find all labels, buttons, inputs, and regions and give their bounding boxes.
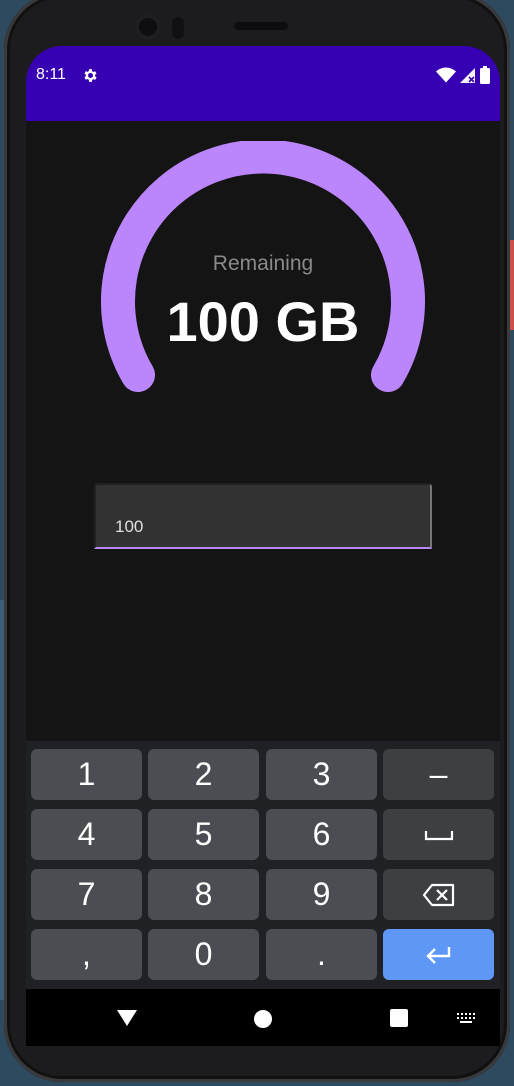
key-6[interactable]: 6 <box>266 809 377 860</box>
app-screen: 8:11 Remaining 100 GB 100 1 2 3 – 4 5 6 … <box>26 46 500 1046</box>
keyboard-switch-icon[interactable] <box>457 1013 477 1025</box>
gauge-label: Remaining <box>212 252 314 275</box>
signal-icon <box>460 68 475 83</box>
space-icon <box>424 830 453 840</box>
key-comma[interactable]: , <box>31 929 142 980</box>
home-icon[interactable] <box>253 1009 273 1029</box>
earpiece-speaker <box>234 22 288 30</box>
sensor-icon <box>172 17 184 39</box>
recents-icon[interactable] <box>390 1009 408 1027</box>
key-9[interactable]: 9 <box>266 869 377 920</box>
storage-input[interactable] <box>94 483 432 549</box>
phone-frame: 8:11 Remaining 100 GB 100 1 2 3 – 4 5 6 … <box>4 0 510 1082</box>
key-0[interactable]: 0 <box>148 929 259 980</box>
key-dash[interactable]: – <box>383 749 494 800</box>
enter-icon <box>425 946 450 964</box>
front-camera-icon <box>135 14 161 40</box>
key-enter[interactable] <box>383 929 494 980</box>
wifi-icon <box>436 67 456 83</box>
status-time: 8:11 <box>36 66 66 83</box>
key-8[interactable]: 8 <box>148 869 259 920</box>
battery-icon <box>480 66 490 84</box>
backspace-icon <box>422 883 454 906</box>
back-icon[interactable] <box>116 1009 138 1027</box>
gear-icon <box>84 69 97 82</box>
numeric-keyboard: 1 2 3 – 4 5 6 7 8 9 , 0 . <box>26 741 500 991</box>
gauge-value: 100 GB <box>166 290 360 353</box>
key-5[interactable]: 5 <box>148 809 259 860</box>
navigation-bar <box>26 989 500 1046</box>
key-4[interactable]: 4 <box>31 809 142 860</box>
key-1[interactable]: 1 <box>31 749 142 800</box>
key-backspace[interactable] <box>383 869 494 920</box>
key-7[interactable]: 7 <box>31 869 142 920</box>
key-2[interactable]: 2 <box>148 749 259 800</box>
status-bar: 8:11 <box>26 46 500 121</box>
key-3[interactable]: 3 <box>266 749 377 800</box>
key-space[interactable] <box>383 809 494 860</box>
key-period[interactable]: . <box>266 929 377 980</box>
